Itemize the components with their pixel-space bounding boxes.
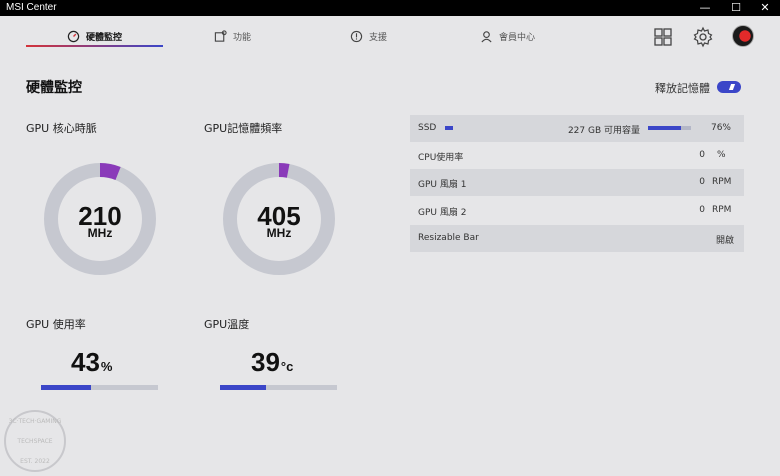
ssd-usage-fill [648,126,681,130]
gauge-icon [67,30,80,42]
ssd-capacity: 227 GB 可用容量 [567,126,640,136]
page-title: 硬體監控 [26,80,82,96]
gpu-usage-value: 43 [71,347,100,377]
gpu-usage-unit: % [100,359,113,374]
ssd-percent: 76% [710,123,731,133]
title-bar: MSI Center — ☐ ✕ [0,0,780,16]
gpu-core-clock-unit: MHz [87,226,113,240]
info-row-name: GPU 風扇 1 [418,180,467,190]
info-row-value: 0 [699,177,705,187]
gpu-temp-label: GPU溫度 [204,318,250,331]
gpu-usage-label: GPU 使用率 [26,318,86,331]
info-row-gpu-fan-1: GPU 風扇 1 0 RPM [410,169,744,196]
gpu-temp-value: 39 [251,347,280,377]
info-row-unit: % [717,150,726,160]
gpu-usage-value-group: 43% [71,347,112,378]
ssd-row: SSD 227 GB 可用容量 76% [410,115,744,142]
app-title: MSI Center [6,2,57,13]
info-row-cpu-usage: CPU使用率 0 % [410,142,744,169]
minimize-button[interactable]: — [690,0,720,16]
grid-icon[interactable] [652,26,674,48]
watermark-name: TECHSPACE [17,438,53,445]
info-row-value: 0 [699,205,705,215]
maximize-button[interactable]: ☐ [721,0,751,16]
avatar[interactable] [732,25,754,47]
release-memory-toggle[interactable] [717,81,741,93]
gpu-core-clock-label: GPU 核心時脈 [26,122,97,135]
gear-icon[interactable] [692,26,714,48]
tab-label: 會員中心 [499,32,536,43]
info-row-unit: RPM [712,177,732,187]
tab-features[interactable]: 功能 [214,24,251,48]
info-row-value: 0 [699,150,705,160]
tab-label: 硬體監控 [86,32,123,43]
gpu-usage-fill [41,385,92,390]
member-icon [481,30,492,42]
ssd-label: SSD [418,123,437,133]
tab-label: 支援 [369,32,388,43]
gpu-temp-value-group: 39°c [251,347,293,378]
info-row-name: Resizable Bar [418,233,479,243]
info-row-resizable-bar: Resizable Bar 開啟 [410,225,744,252]
active-tab-indicator [26,45,163,47]
tab-support[interactable]: 支援 [350,24,387,48]
gpu-usage-bar [41,385,158,390]
gpu-memory-clock-unit: MHz [266,226,292,240]
watermark-seal: 3C·TECH·GAMING TECHSPACE EST. 2022 [4,410,66,472]
tab-label: 功能 [233,32,252,43]
release-memory-label: 釋放記憶體 [655,82,710,95]
info-row-unit: RPM [712,205,732,215]
info-row-name: GPU 風扇 2 [418,208,467,218]
info-row-value: 開啟 [715,236,734,246]
gpu-memory-clock-label: GPU記憶體頻率 [204,122,283,135]
ssd-usage-bar [648,126,691,130]
info-row-gpu-fan-2: GPU 風扇 2 0 RPM [410,197,744,224]
gpu-temp-bar [220,385,337,390]
support-icon [350,30,363,42]
ssd-indicator [445,126,453,130]
gpu-temp-fill [220,385,266,390]
info-row-name: CPU使用率 [418,153,464,163]
watermark-bottom-text: EST. 2022 [20,458,50,465]
tab-member-center[interactable]: 會員中心 [480,24,535,48]
gpu-temp-unit: °c [280,359,294,374]
feature-icon [214,29,227,42]
close-button[interactable]: ✕ [750,0,780,16]
watermark-top-text: 3C·TECH·GAMING [8,418,62,425]
